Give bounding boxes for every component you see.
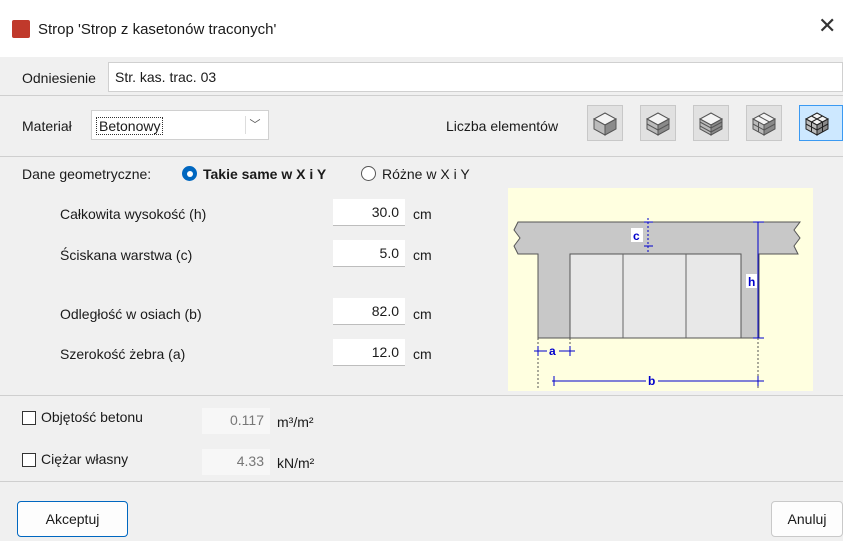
radio-diff-xy-label[interactable]: Różne w X i Y bbox=[382, 166, 470, 182]
slab-diagram: c h a b bbox=[508, 188, 813, 391]
field-spacing-label: Odległość w osiach (b) bbox=[60, 306, 202, 322]
volume-value: 0.117 bbox=[202, 408, 270, 434]
cancel-button[interactable]: Anuluj bbox=[771, 501, 843, 537]
element-count-1-button[interactable] bbox=[587, 105, 623, 141]
element-count-4-button[interactable] bbox=[746, 105, 782, 141]
field-compressed-input[interactable]: 5.0 bbox=[333, 240, 405, 267]
weight-label[interactable]: Ciężar własny bbox=[41, 451, 128, 467]
slab-cross-section-icon: c h a b bbox=[513, 218, 801, 388]
volume-label[interactable]: Objętość betonu bbox=[41, 409, 143, 425]
field-spacing-unit: cm bbox=[413, 306, 432, 322]
reference-label: Odniesienie bbox=[22, 70, 96, 86]
field-rib-unit: cm bbox=[413, 346, 432, 362]
element-count-2-button[interactable] bbox=[640, 105, 676, 141]
reference-value: Str. kas. trac. 03 bbox=[115, 69, 217, 85]
weight-checkbox[interactable] bbox=[22, 453, 36, 467]
radio-same-xy-label[interactable]: Takie same w X i Y bbox=[203, 166, 326, 182]
field-rib-label: Szerokość żebra (a) bbox=[60, 346, 186, 362]
block-3-icon bbox=[698, 112, 724, 136]
block-1-icon bbox=[592, 112, 618, 136]
field-height-unit: cm bbox=[413, 206, 432, 222]
diagram-label-h: h bbox=[748, 275, 755, 289]
material-select[interactable]: Betonowy ﹀ bbox=[91, 110, 269, 140]
diagram-label-b: b bbox=[648, 374, 655, 388]
field-rib-input[interactable]: 12.0 bbox=[333, 339, 405, 366]
diagram-label-c: c bbox=[633, 229, 640, 243]
material-value: Betonowy bbox=[96, 117, 164, 135]
accept-button[interactable]: Akceptuj bbox=[17, 501, 128, 537]
material-label: Materiał bbox=[22, 118, 72, 134]
volume-checkbox[interactable] bbox=[22, 411, 36, 425]
element-count-3-button[interactable] bbox=[693, 105, 729, 141]
close-icon[interactable]: ✕ bbox=[818, 15, 836, 37]
chevron-down-icon: ﹀ bbox=[245, 116, 264, 134]
app-icon bbox=[12, 20, 30, 38]
volume-unit: m³/m² bbox=[277, 414, 314, 430]
field-height-input[interactable]: 30.0 bbox=[333, 199, 405, 226]
weight-value: 4.33 bbox=[202, 449, 270, 475]
field-compressed-label: Ściskana warstwa (c) bbox=[60, 247, 193, 263]
element-count-5-button[interactable] bbox=[799, 105, 843, 141]
field-compressed-unit: cm bbox=[413, 247, 432, 263]
radio-same-xy[interactable] bbox=[182, 166, 197, 181]
radio-diff-xy[interactable] bbox=[361, 166, 376, 181]
reference-input[interactable]: Str. kas. trac. 03 bbox=[108, 62, 843, 92]
block-5-icon bbox=[804, 112, 830, 136]
block-2-icon bbox=[645, 112, 671, 136]
field-spacing-input[interactable]: 82.0 bbox=[333, 298, 405, 325]
weight-unit: kN/m² bbox=[277, 455, 315, 471]
geometry-label: Dane geometryczne: bbox=[22, 166, 152, 182]
diagram-label-a: a bbox=[549, 344, 556, 358]
elements-label: Liczba elementów bbox=[446, 118, 559, 134]
block-4-icon bbox=[751, 112, 777, 136]
window-title: Strop 'Strop z kasetonów traconych' bbox=[38, 21, 277, 38]
field-height-label: Całkowita wysokość (h) bbox=[60, 206, 207, 222]
